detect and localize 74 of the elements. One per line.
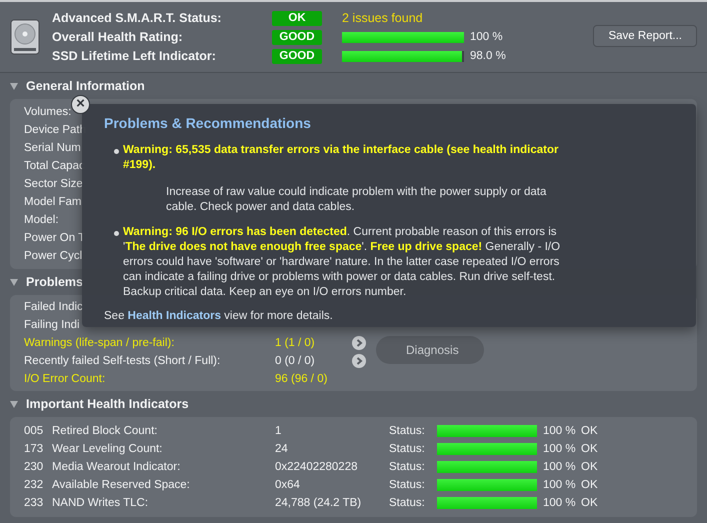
section-title: General Information [26,79,145,93]
problem-value: 1 (1 / 0) [275,337,315,349]
problem-label: Warnings (life-span / pre-fail): [24,337,174,349]
hard-drive-icon [10,19,40,55]
indicator-id: 233 [24,497,44,509]
section-title: Important Health Indicators [26,397,189,411]
indicator-name: Retired Block Count: [52,425,158,437]
percent-text: 100 % [543,425,577,437]
diagnosis-button[interactable]: Diagnosis [376,336,484,364]
problem-value: 0 (0 / 0) [275,355,315,367]
health-indicators-link[interactable]: Health Indicators [128,310,221,322]
bullet-icon [114,231,119,236]
status-label: SSD Lifetime Left Indicator: [52,49,217,63]
save-report-button[interactable]: Save Report... [593,25,697,47]
status-label: Advanced S.M.A.R.T. Status: [52,11,222,25]
status-label: Overall Health Rating: [52,30,184,44]
problem-value: 96 (96 / 0) [275,373,328,385]
indicator-name: Available Reserved Space: [52,479,191,491]
percent-text: 100 % [470,31,503,43]
percent-text: 100 % [543,443,577,455]
field-label: Volumes: [24,106,72,118]
status-label: Status: [389,461,426,473]
indicator-value: 0x64 [275,479,301,491]
status-badge: OK [272,10,322,26]
field-label: Sector Size [24,178,83,190]
footer-text: See Health Indicators view for more details. [104,310,334,322]
indicator-id: 173 [24,443,44,455]
popup-title: Problems & Recommendations [104,115,312,131]
status-label: Status: [389,497,426,509]
close-button[interactable]: × [71,95,90,114]
arrow-button-icon[interactable] [352,354,366,368]
indicator-value: 24 [275,443,289,455]
indicator-value: 24,788 (24.2 TB) [275,497,362,509]
problem-label: Failed Indic [24,301,83,313]
problem-label: I/O Error Count: [24,373,106,385]
indicator-name: Wear Leveling Count: [52,443,164,455]
percent-text: 100 % [543,461,577,473]
percent-text: 98.0 % [470,50,506,62]
indicator-id: 232 [24,479,44,491]
indicator-value: 0x22402280228 [275,461,358,473]
field-label: Power Cycl [24,250,82,262]
status-label: Status: [389,425,426,437]
indicator-id: 230 [24,461,44,473]
percent-text: 100 % [543,479,577,491]
section-title: Problems [26,275,83,289]
field-label: Serial Num [24,142,81,154]
warning-text: Warning: 65,535 data transfer errors via the interface cable (see health indicator #199). [123,143,560,173]
status-text: OK [581,461,598,473]
disclosure-triangle-icon[interactable] [10,278,18,286]
percent-text: 100 % [543,497,577,509]
field-label: Total Capac [24,160,85,172]
status-text: OK [581,497,598,509]
status-text: OK [581,479,598,491]
status-text: OK [581,425,598,437]
issues-text: 2 issues found [342,11,423,25]
bullet-icon [114,149,119,154]
field-label: Model: [24,214,59,226]
status-label: Status: [389,479,426,491]
problem-label: Failing Indi [24,319,80,331]
warning-text: Warning: 96 I/O errors has been detected. Current probable reason of this errors is 'The drive does not have enough free space'. Free up drive space! Generally - I/O errors could have 'software' or 'hardware' nature. In the latter case repeated I/O errors can indicate a failing drive or problems with power or data cables. Run drive self-test. Backup critical data. Keep an eye on I/O errors number. [123,225,562,300]
status-badge: GOOD [272,48,322,64]
indicator-name: Media Wearout Indicator: [52,461,182,473]
disclosure-triangle-icon[interactable] [10,400,18,408]
indicator-name: NAND Writes TLC: [52,497,150,509]
indicator-value: 1 [275,425,282,437]
indicator-id: 005 [24,425,44,437]
problem-label: Recently failed Self-tests (Short / Full): [24,355,220,367]
field-label: Model Fam [24,196,82,208]
arrow-button-icon[interactable] [352,336,366,350]
status-label: Status: [389,443,426,455]
disclosure-triangle-icon[interactable] [10,82,18,90]
status-badge: GOOD [272,30,322,44]
status-text: OK [581,443,598,455]
detail-text: Increase of raw value could indicate problem with the power supply or data cable. Check power and data cables. [166,185,548,215]
